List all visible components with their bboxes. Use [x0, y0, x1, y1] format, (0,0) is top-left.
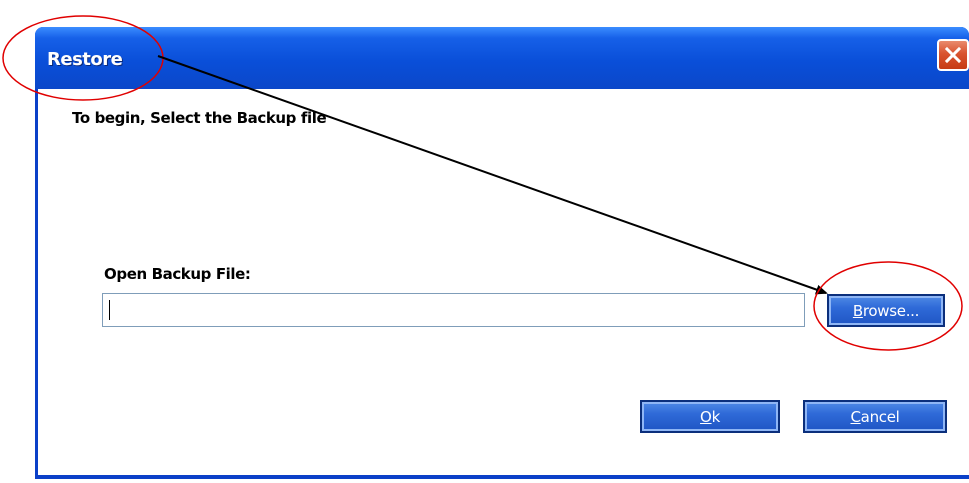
ok-button[interactable]: Ok — [640, 400, 780, 433]
title-bar[interactable]: Restore — [35, 27, 969, 89]
restore-dialog: Restore To begin, Select the Backup file… — [35, 27, 969, 479]
ok-accelerator: O — [700, 407, 712, 426]
browse-label: rowse... — [862, 301, 920, 320]
backup-file-path-input[interactable] — [102, 293, 805, 327]
cancel-label: ancel — [860, 407, 900, 426]
dialog-body: To begin, Select the Backup file Open Ba… — [38, 89, 969, 475]
close-icon — [944, 46, 962, 64]
cancel-accelerator: C — [850, 407, 861, 426]
ok-label: k — [711, 407, 721, 426]
instruction-heading: To begin, Select the Backup file — [72, 109, 327, 127]
window-title: Restore — [47, 49, 123, 70]
close-button[interactable] — [937, 39, 969, 71]
open-backup-file-label: Open Backup File: — [104, 265, 251, 283]
browse-accelerator: B — [852, 301, 863, 320]
cancel-button[interactable]: Cancel — [803, 400, 947, 433]
browse-button[interactable]: Browse... — [827, 294, 945, 327]
text-caret — [109, 300, 110, 320]
